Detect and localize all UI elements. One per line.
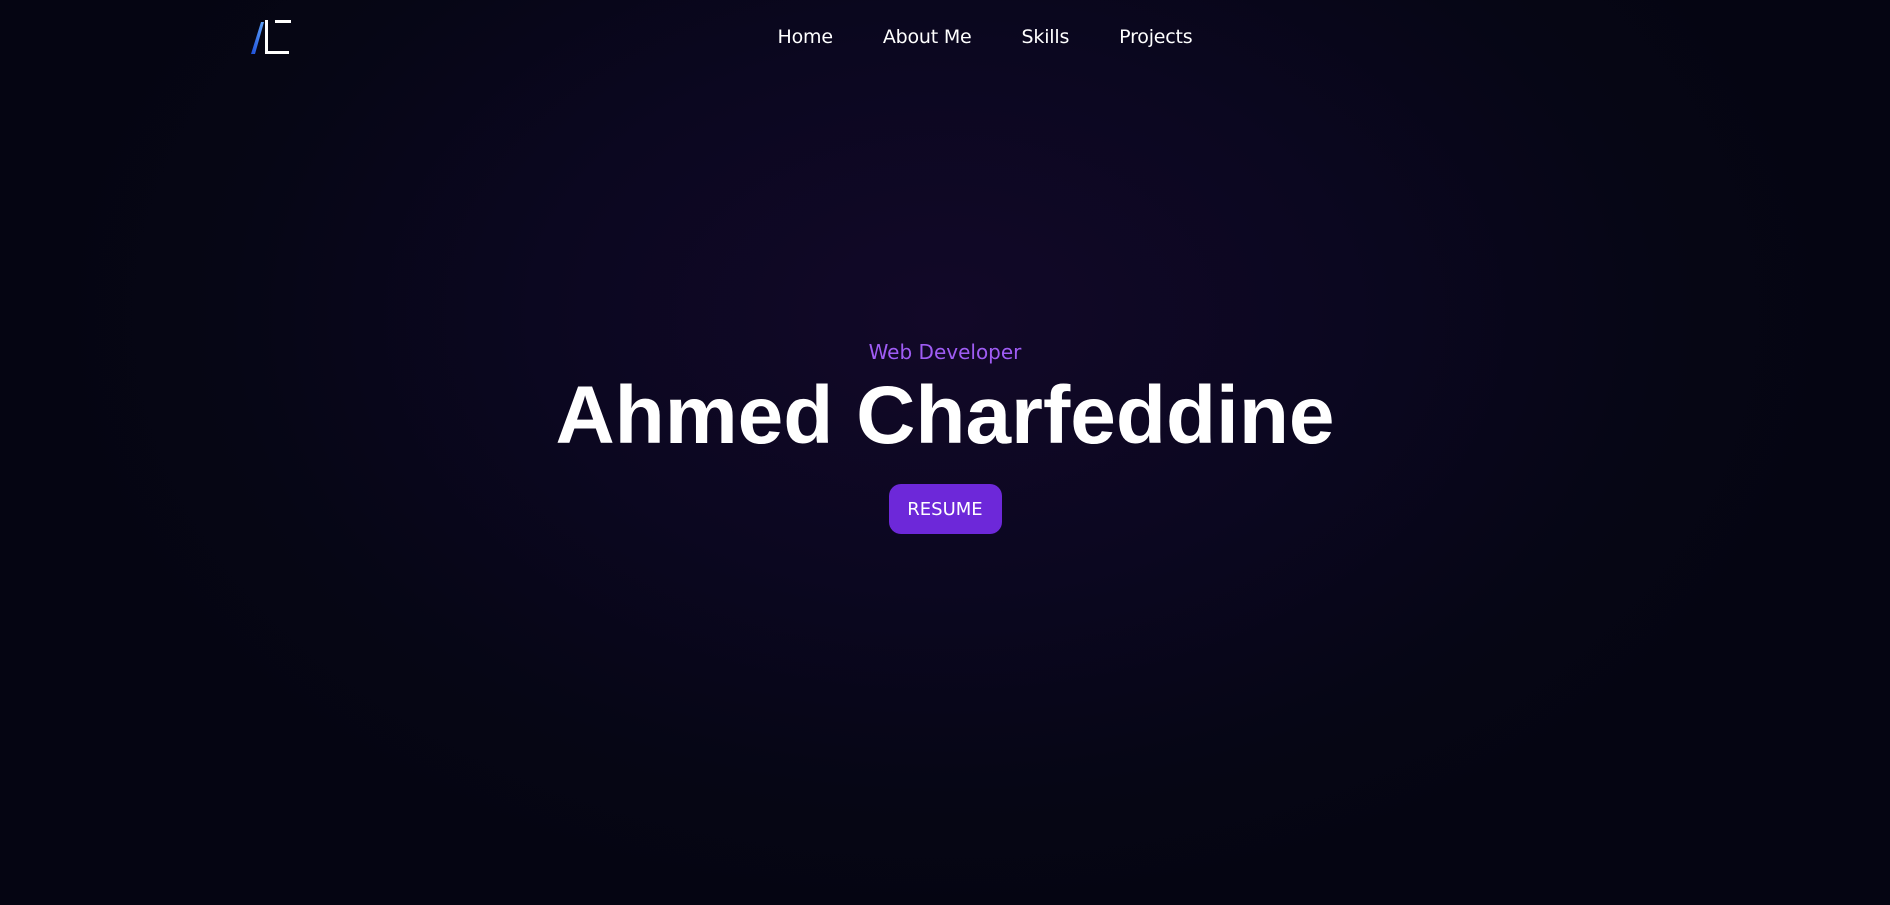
hero-section: Web Developer Ahmed Charfeddine RESUME (0, 0, 1890, 905)
hero-name: Ahmed Charfeddine (555, 370, 1335, 461)
resume-wrapper: RESUME (0, 484, 1890, 534)
hero-subtitle: Web Developer (868, 340, 1022, 364)
resume-button[interactable]: RESUME (888, 484, 1002, 534)
